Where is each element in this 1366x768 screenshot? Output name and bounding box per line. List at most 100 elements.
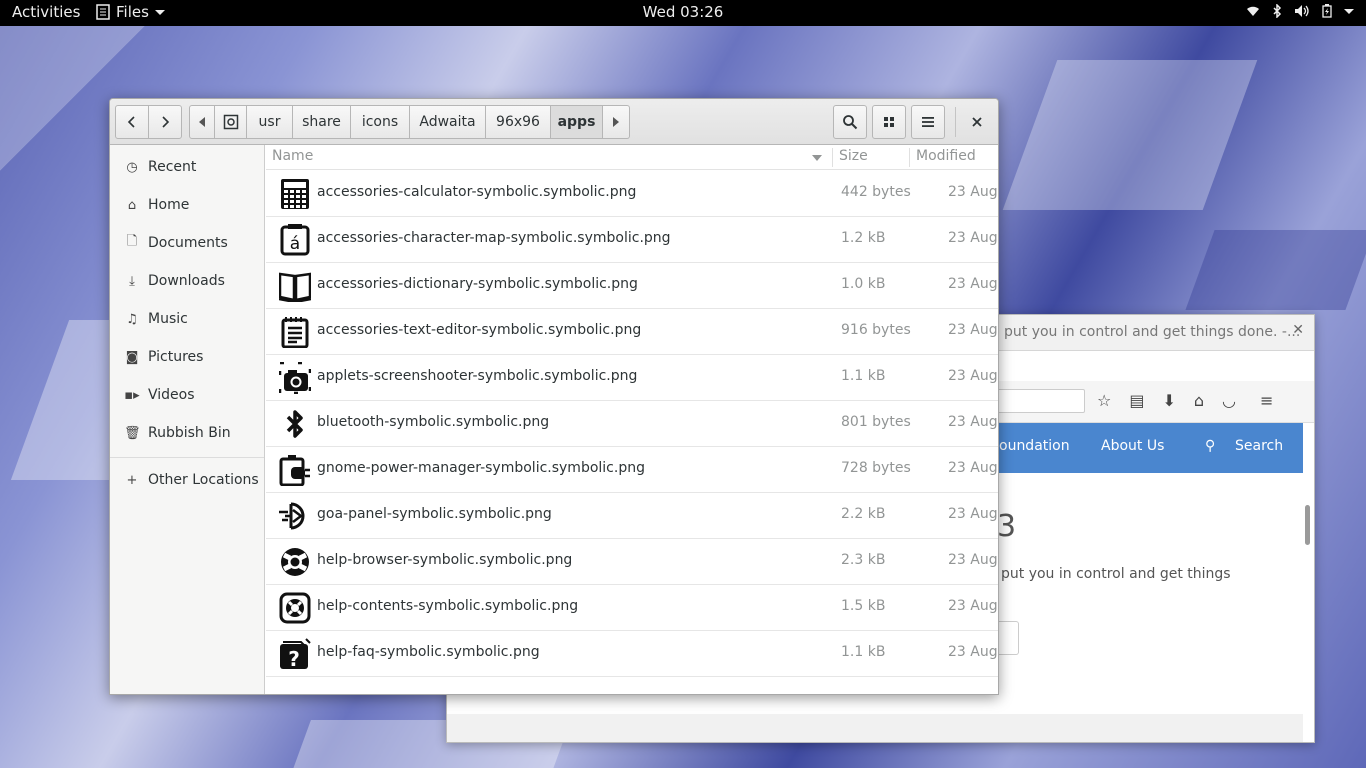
sidebar-item-recent[interactable]: ◷ Recent	[110, 149, 264, 185]
sidebar-item-label: Home	[148, 197, 190, 213]
hamburger-menu-icon[interactable]: ≡	[1260, 391, 1273, 410]
file-name: help-browser-symbolic.symbolic.png	[317, 552, 573, 568]
top-bar: Activities Files Wed 03:26	[0, 0, 1366, 26]
pocket-icon[interactable]: ◡	[1222, 391, 1236, 410]
cta-button[interactable]	[999, 621, 1019, 655]
sidebar-item-pictures[interactable]: ◙ Pictures	[110, 339, 264, 375]
scrollbar[interactable]	[1305, 505, 1310, 545]
page-heading: 3	[997, 509, 1017, 544]
table-row[interactable]: á accessories-character-map-symbolic.symb…	[266, 217, 998, 263]
home-icon[interactable]: ⌂	[1194, 391, 1204, 410]
nav-link-search[interactable]: Search	[1235, 438, 1283, 454]
file-modified: 23 Aug	[948, 506, 998, 522]
crumb-adwaita[interactable]: Adwaita	[410, 105, 486, 139]
trash-icon: 🗑	[124, 425, 141, 441]
table-row[interactable]: accessories-calculator-symbolic.symbolic…	[266, 171, 998, 217]
menu-button[interactable]	[911, 105, 945, 139]
table-row[interactable]: help-contents-symbolic.symbolic.png 1.5 k…	[266, 585, 998, 631]
table-row[interactable]: help-browser-symbolic.symbolic.png 2.3 kB…	[266, 539, 998, 585]
column-header-modified[interactable]: Modified	[916, 148, 976, 164]
sidebar-item-documents[interactable]: 🗋 Documents	[110, 225, 264, 261]
file-size: 1.2 kB	[841, 230, 886, 246]
wallpaper-shape	[1185, 230, 1366, 310]
clock[interactable]: Wed 03:26	[643, 3, 724, 21]
column-headers: Name Size Modified	[266, 145, 998, 170]
sidebar-divider	[110, 457, 264, 458]
app-menu[interactable]: Files	[96, 3, 165, 21]
sidebar-item-label: Videos	[148, 387, 195, 403]
view-toggle-button[interactable]	[872, 105, 906, 139]
sidebar-item-rubbish-bin[interactable]: 🗑 Rubbish Bin	[110, 415, 264, 451]
sidebar-item-home[interactable]: ⌂ Home	[110, 187, 264, 223]
volume-icon	[1295, 5, 1309, 17]
file-name: gnome-power-manager-symbolic.symbolic.pn…	[317, 460, 645, 476]
column-header-size[interactable]: Size	[839, 148, 868, 164]
search-icon[interactable]: ⚲	[1205, 438, 1215, 454]
nav-link-about-us[interactable]: About Us	[1101, 438, 1164, 454]
file-name: accessories-dictionary-symbolic.symbolic…	[317, 276, 638, 292]
download-arrow-icon[interactable]: ⬇	[1162, 391, 1175, 410]
header-bar: usr share icons Adwaita 96x96 apps	[110, 99, 998, 145]
character-map-icon: á	[280, 224, 310, 256]
help-contents-icon	[279, 592, 311, 624]
file-size: 1.1 kB	[841, 368, 886, 384]
file-size: 728 bytes	[841, 460, 911, 476]
svg-text:?: ?	[288, 647, 300, 670]
forward-button[interactable]	[148, 105, 182, 139]
camera-icon: ◙	[125, 349, 139, 365]
file-name: accessories-calculator-symbolic.symbolic…	[317, 184, 637, 200]
sidebar-item-label: Downloads	[148, 273, 225, 289]
music-icon: ♫	[126, 311, 138, 327]
table-row-partial[interactable]	[266, 676, 998, 694]
dictionary-icon	[279, 272, 311, 302]
sidebar-item-other-locations[interactable]: + Other Locations	[110, 462, 264, 498]
path-scroll-left-button[interactable]	[189, 105, 215, 139]
close-button[interactable]	[963, 105, 991, 139]
column-divider	[909, 148, 910, 167]
clock-icon: ◷	[126, 159, 138, 175]
crumb-96x96[interactable]: 96x96	[486, 105, 551, 139]
svg-text:á: á	[290, 234, 300, 254]
column-header-name[interactable]: Name	[272, 148, 313, 164]
plus-icon: +	[126, 472, 138, 488]
file-size: 801 bytes	[841, 414, 911, 430]
bluetooth-icon	[286, 410, 303, 438]
files-app-icon	[96, 4, 110, 20]
table-row[interactable]: ? help-faq-symbolic.symbolic.png 1.1 kB 23 …	[266, 631, 998, 677]
file-size: 2.3 kB	[841, 552, 886, 568]
crumb-share[interactable]: share	[293, 105, 351, 139]
search-icon	[843, 115, 858, 130]
crumb-root[interactable]	[215, 105, 247, 139]
system-menu-chevron-icon	[1344, 9, 1354, 14]
crumb-usr[interactable]: usr	[247, 105, 293, 139]
search-button[interactable]	[833, 105, 867, 139]
chevron-right-icon	[162, 116, 170, 128]
sidebar-item-label: Music	[148, 311, 188, 327]
file-modified: 23 Aug	[948, 644, 998, 660]
browser-close-icon[interactable]: ✕	[1292, 322, 1304, 338]
file-modified: 23 Aug	[948, 368, 998, 384]
back-button[interactable]	[115, 105, 149, 139]
table-row[interactable]: goa-panel-symbolic.symbolic.png 2.2 kB 23 …	[266, 493, 998, 539]
goa-panel-icon	[279, 502, 305, 530]
activities-button[interactable]: Activities	[12, 3, 80, 21]
crumb-apps[interactable]: apps	[551, 105, 603, 139]
table-row[interactable]: applets-screenshooter-symbolic.symbolic.…	[266, 355, 998, 401]
system-tray[interactable]	[1246, 4, 1354, 18]
table-row[interactable]: accessories-dictionary-symbolic.symbolic…	[266, 263, 998, 309]
table-row[interactable]: bluetooth-symbolic.symbolic.png 801 bytes…	[266, 401, 998, 447]
sidebar-item-music[interactable]: ♫ Music	[110, 301, 264, 337]
table-row[interactable]: accessories-text-editor-symbolic.symboli…	[266, 309, 998, 355]
crumb-icons[interactable]: icons	[351, 105, 410, 139]
path-scroll-right-button[interactable]	[603, 105, 630, 139]
table-row[interactable]: gnome-power-manager-symbolic.symbolic.pn…	[266, 447, 998, 493]
bookmark-star-icon[interactable]: ☆	[1097, 391, 1111, 410]
file-name: accessories-text-editor-symbolic.symboli…	[317, 322, 642, 338]
browser-url-bar[interactable]	[987, 389, 1085, 413]
nav-link-foundation[interactable]: oundation	[999, 438, 1070, 454]
file-size: 1.1 kB	[841, 644, 886, 660]
sidebar-item-downloads[interactable]: ⤓ Downloads	[110, 263, 264, 299]
battery-icon	[1322, 4, 1332, 18]
sidebar-item-videos[interactable]: ▪▸ Videos	[110, 377, 264, 413]
reading-list-icon[interactable]: ▤	[1129, 391, 1144, 410]
